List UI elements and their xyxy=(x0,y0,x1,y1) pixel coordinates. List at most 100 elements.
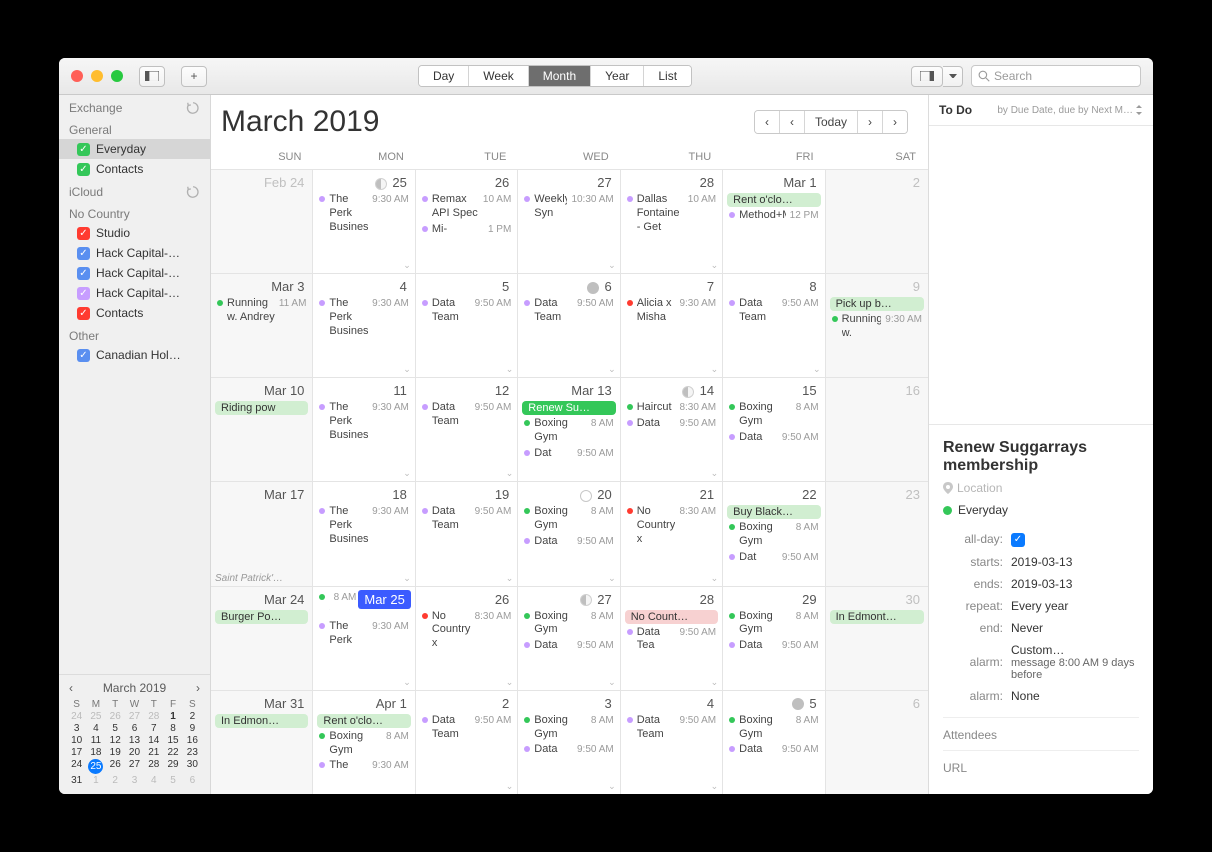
event[interactable]: The Perk Busines9:30 AM xyxy=(317,504,410,547)
day-cell[interactable]: 29Boxing Gym8 AMData9:50 AM xyxy=(723,586,825,690)
day-cell[interactable]: 4The Perk Busines9:30 AM⌄ xyxy=(313,273,415,377)
event[interactable]: The Perk Busines9:30 AM xyxy=(317,296,410,339)
event[interactable]: Dat9:50 AM xyxy=(727,550,820,566)
event[interactable]: Weekly Syn10:30 AM xyxy=(522,192,615,222)
checkbox-icon[interactable]: ✓ xyxy=(77,267,90,280)
event[interactable]: Data9:50 AM xyxy=(522,742,615,758)
event[interactable]: Boxing Gym8 AM xyxy=(522,504,615,534)
checkbox-icon[interactable]: ✓ xyxy=(77,227,90,240)
event[interactable]: Data9:50 AM xyxy=(522,534,615,550)
event[interactable]: Haircut8:30 AM xyxy=(625,400,718,416)
mini-day[interactable]: 25 xyxy=(88,759,103,774)
more-icon[interactable]: ⌄ xyxy=(403,573,411,584)
event[interactable]: Dat9:50 AM xyxy=(522,446,615,462)
day-cell[interactable]: 2 xyxy=(826,169,928,273)
event[interactable]: Data Team9:50 AM xyxy=(522,296,615,326)
checkbox-icon[interactable]: ✓ xyxy=(77,163,90,176)
day-cell[interactable]: 25The Perk Busines9:30 AM⌄ xyxy=(313,169,415,273)
event[interactable]: Data9:50 AM xyxy=(727,430,820,446)
mini-prev-button[interactable]: ‹ xyxy=(69,681,73,695)
event[interactable]: Mi-1 PM xyxy=(420,222,513,238)
mini-day[interactable]: 23 xyxy=(183,747,202,758)
day-cell[interactable]: Mar 3Running w. Andrey11 AM xyxy=(211,273,313,377)
more-icon[interactable]: ⌄ xyxy=(506,781,514,792)
mini-next-button[interactable]: › xyxy=(196,681,200,695)
view-day[interactable]: Day xyxy=(419,66,469,86)
event[interactable]: Data9:50 AM xyxy=(522,638,615,654)
next-button-2[interactable]: › xyxy=(858,111,883,133)
sidebar-item[interactable]: ✓Contacts xyxy=(59,159,210,179)
day-cell[interactable]: 22Buy Black…Boxing Gym8 AMDat9:50 AM xyxy=(723,481,825,585)
event[interactable]: Boxing Gym8 AM xyxy=(317,729,410,759)
mini-day[interactable]: 7 xyxy=(144,723,163,734)
day-cell[interactable]: 19Data Team9:50 AM⌄ xyxy=(416,481,518,585)
day-cell[interactable]: 12Data Team9:50 AM⌄ xyxy=(416,377,518,481)
event[interactable]: The9:30 AM xyxy=(317,758,410,774)
day-cell[interactable]: 16 xyxy=(826,377,928,481)
next-button[interactable]: › xyxy=(883,111,907,133)
more-icon[interactable]: ⌄ xyxy=(403,677,411,688)
day-cell[interactable]: 5Boxing Gym8 AMData9:50 AM xyxy=(723,690,825,794)
mini-day[interactable]: 28 xyxy=(144,759,163,774)
event[interactable]: Data Team9:50 AM xyxy=(727,296,820,326)
mini-day[interactable]: 15 xyxy=(163,735,182,746)
mini-day[interactable]: 17 xyxy=(67,747,86,758)
day-cell[interactable]: 28No Count…Data Tea9:50 AM⌄ xyxy=(621,586,723,690)
more-icon[interactable]: ⌄ xyxy=(711,781,719,792)
mini-day[interactable]: 24 xyxy=(67,759,86,774)
more-icon[interactable]: ⌄ xyxy=(608,573,616,584)
day-cell[interactable]: 7Alicia x Misha9:30 AM⌄ xyxy=(621,273,723,377)
event[interactable]: Data Team9:50 AM xyxy=(420,713,513,743)
mini-day[interactable]: 3 xyxy=(67,723,86,734)
day-cell[interactable]: 14Haircut8:30 AMData9:50 AM⌄ xyxy=(621,377,723,481)
alarm2-value[interactable]: None xyxy=(1011,689,1139,703)
day-cell[interactable]: Apr 1Rent o'clo…Boxing Gym8 AMThe9:30 AM xyxy=(313,690,415,794)
more-icon[interactable]: ⌄ xyxy=(608,364,616,375)
day-cell[interactable]: 27Weekly Syn10:30 AM⌄ xyxy=(518,169,620,273)
checkbox-icon[interactable]: ✓ xyxy=(77,307,90,320)
alarm-value[interactable]: Custom… message 8:00 AM 9 days before xyxy=(1011,643,1139,681)
event[interactable]: Boxing Gym8 AM xyxy=(727,609,820,639)
mini-day[interactable]: 16 xyxy=(183,735,202,746)
end-value[interactable]: Never xyxy=(1011,621,1139,635)
day-cell[interactable]: Mar 31In Edmon… xyxy=(211,690,313,794)
event[interactable]: Data9:50 AM xyxy=(727,638,820,654)
mini-day[interactable]: 1 xyxy=(86,775,105,786)
more-icon[interactable]: ⌄ xyxy=(403,260,411,271)
allday-event[interactable]: In Edmont… xyxy=(830,610,924,624)
mini-day[interactable]: 21 xyxy=(144,747,163,758)
allday-event[interactable]: Riding pow xyxy=(215,401,308,415)
allday-event[interactable]: Buy Black… xyxy=(727,505,820,519)
more-icon[interactable]: ⌄ xyxy=(608,781,616,792)
sidebar-item[interactable]: ✓Hack Capital-… xyxy=(59,263,210,283)
mini-day[interactable]: 10 xyxy=(67,735,86,746)
event[interactable]: Data Team9:50 AM xyxy=(625,713,718,743)
event-location[interactable]: Location xyxy=(943,481,1139,495)
mini-day[interactable]: 30 xyxy=(183,759,202,774)
allday-event[interactable]: Pick up b… xyxy=(830,297,924,311)
mini-day[interactable]: 4 xyxy=(144,775,163,786)
day-cell[interactable]: 2Data Team9:50 AM⌄ xyxy=(416,690,518,794)
mini-day[interactable]: 2 xyxy=(183,711,202,722)
day-cell[interactable]: 4Data Team9:50 AM⌄ xyxy=(621,690,723,794)
more-icon[interactable]: ⌄ xyxy=(711,364,719,375)
event[interactable]: No Country x8:30 AM xyxy=(625,504,718,547)
event[interactable]: Alicia x Misha9:30 AM xyxy=(625,296,718,326)
event[interactable]: The Perk9:30 AM xyxy=(317,619,410,649)
day-cell[interactable]: 6 xyxy=(826,690,928,794)
mini-day[interactable]: 25 xyxy=(86,711,105,722)
event[interactable]: Boxing Gym8 AM xyxy=(522,713,615,743)
event[interactable]: Data Team9:50 AM xyxy=(420,504,513,534)
more-icon[interactable]: ⌄ xyxy=(711,677,719,688)
event[interactable]: Running w.9:30 AM xyxy=(830,312,924,342)
mini-day[interactable]: 14 xyxy=(144,735,163,746)
allday-event[interactable]: Rent o'clo… xyxy=(727,193,820,207)
mini-day[interactable]: 26 xyxy=(106,711,125,722)
mini-day[interactable]: 27 xyxy=(125,759,144,774)
mini-day[interactable]: 18 xyxy=(86,747,105,758)
more-icon[interactable]: ⌄ xyxy=(506,468,514,479)
repeat-value[interactable]: Every year xyxy=(1011,599,1139,613)
mini-day[interactable]: 1 xyxy=(163,711,182,722)
attendees-field[interactable]: Attendees xyxy=(943,717,1139,742)
more-icon[interactable]: ⌄ xyxy=(711,573,719,584)
